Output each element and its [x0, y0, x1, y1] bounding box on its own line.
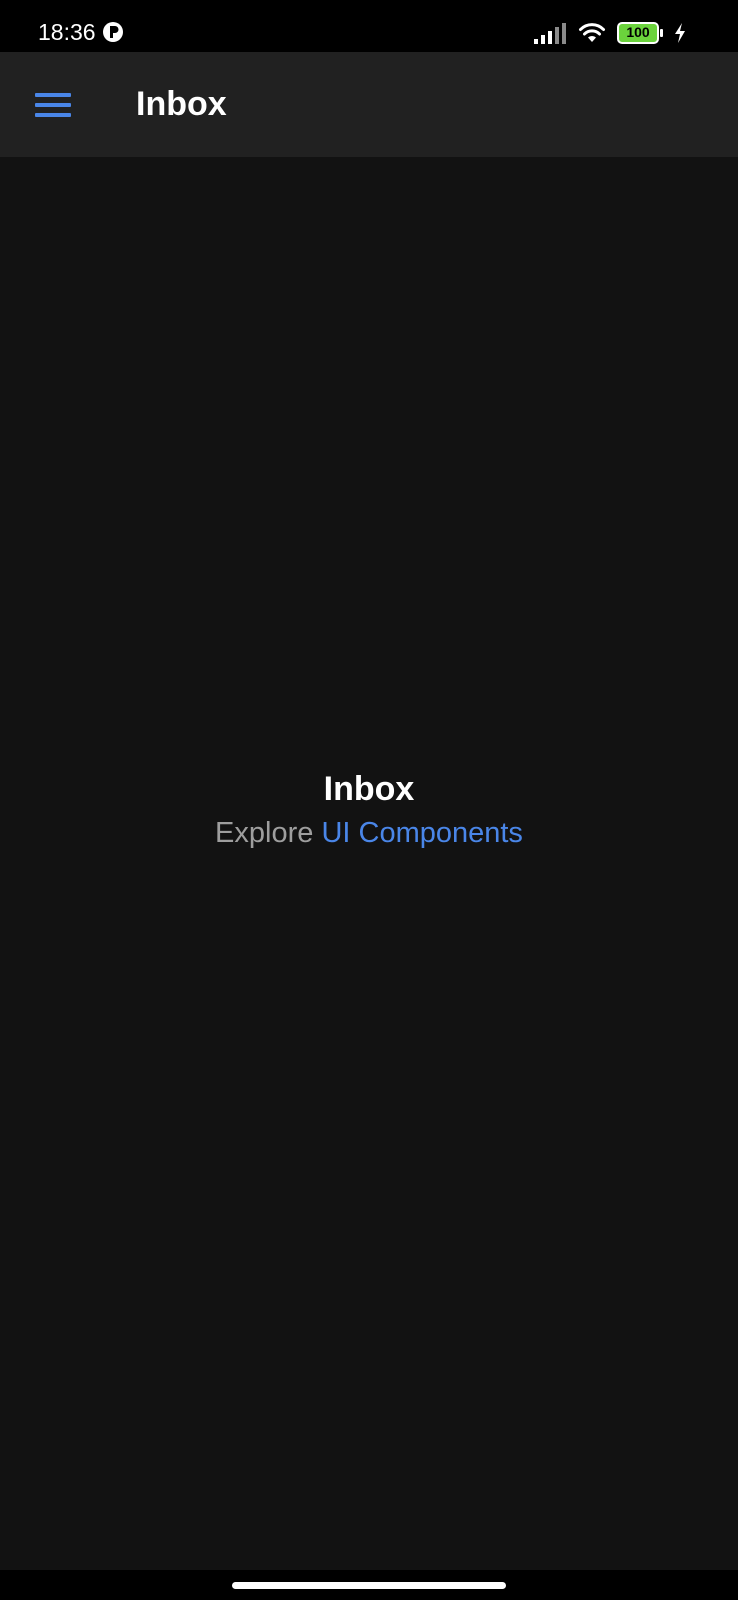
content-title: Inbox: [323, 770, 415, 808]
status-bar: 18:36 100: [0, 0, 738, 52]
system-nav-bar: [0, 1570, 738, 1600]
app-notification-icon: [103, 22, 123, 42]
wifi-icon: [579, 23, 605, 42]
home-indicator[interactable]: [232, 1582, 506, 1589]
charging-icon: [675, 23, 685, 43]
signal-icon: [534, 23, 566, 44]
subtitle-prefix: Explore: [215, 817, 314, 849]
app-bar: Inbox: [0, 52, 738, 157]
page-title: Inbox: [136, 85, 227, 123]
empty-state: Inbox Explore UI Components: [0, 767, 738, 851]
ui-components-link[interactable]: UI Components: [321, 817, 523, 849]
content-subtitle: Explore UI Components: [0, 815, 738, 851]
status-time: 18:36: [38, 19, 96, 45]
menu-button[interactable]: [26, 78, 80, 132]
hamburger-menu-icon: [35, 93, 71, 117]
battery-icon: 100: [617, 22, 665, 44]
main-content: Inbox Explore UI Components: [0, 157, 738, 1570]
screen: 18:36 100 Inbox Inbox Explore UI Compone…: [0, 0, 738, 1600]
battery-level: 100: [626, 24, 650, 40]
